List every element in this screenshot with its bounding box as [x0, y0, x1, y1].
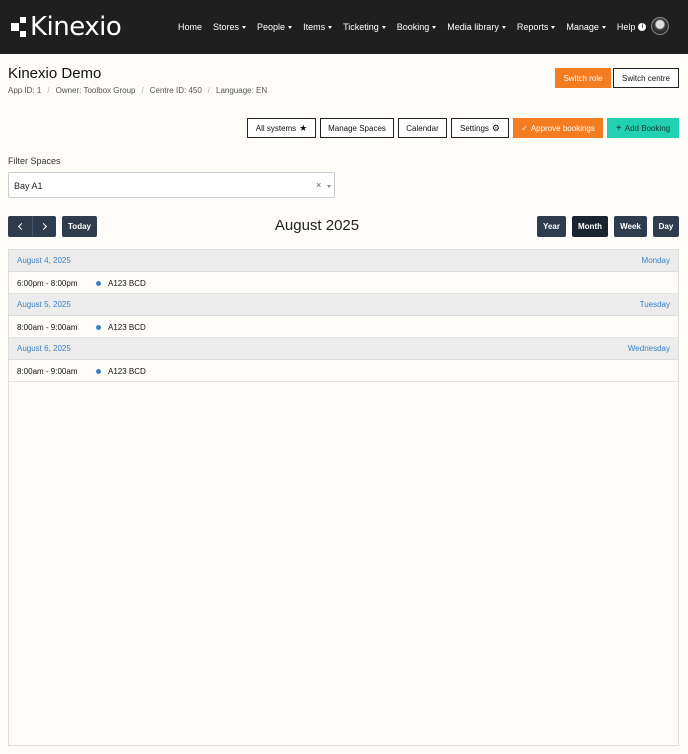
brand-logo[interactable]: Kinexio [11, 12, 122, 42]
event-title: A123 BCD [108, 367, 146, 376]
plus-icon: + [615, 122, 622, 134]
caret-down-icon [601, 25, 606, 29]
event-row[interactable]: 6:00pm - 8:00pm A123 BCD [9, 272, 678, 294]
event-time: 8:00am - 9:00am [17, 367, 78, 376]
event-title: A123 BCD [108, 279, 146, 288]
star-icon: ★ [299, 122, 308, 133]
info-icon: i [638, 23, 647, 31]
caret-down-icon [242, 25, 247, 29]
main-menu: Home Stores People Items Ticketing Booki… [178, 0, 657, 54]
caret-down-icon [501, 25, 506, 29]
view-day-button[interactable]: Day [653, 216, 679, 237]
switch-centre-button[interactable]: Switch centre [613, 68, 679, 88]
event-title: A123 BCD [108, 323, 146, 332]
filter-spaces-label: Filter Spaces [8, 156, 61, 166]
event-dot-icon [96, 281, 101, 286]
day-header: August 6, 2025 Wednesday [9, 338, 678, 360]
add-booking-button[interactable]: + Add Booking [607, 118, 679, 138]
meta-centre-id: Centre ID: 450 [149, 86, 202, 95]
approve-bookings-button[interactable]: ✓ Approve bookings [513, 118, 603, 138]
meta-owner: Owner: Toolbox Group [55, 86, 136, 95]
day-date-link[interactable]: August 5, 2025 [17, 300, 71, 309]
caret-down-icon [288, 25, 293, 29]
day-header: August 4, 2025 Monday [9, 250, 678, 272]
logo-text: Kinexio [30, 12, 122, 42]
day-weekday-link[interactable]: Tuesday [640, 300, 670, 309]
top-navbar: Kinexio Home Stores People Items Ticketi… [0, 0, 688, 54]
meta-separator: / [141, 86, 144, 95]
view-month-button[interactable]: Month [572, 216, 608, 237]
meta-app-id: App ID: 1 [8, 86, 42, 95]
gears-icon: ⚙ [491, 122, 500, 133]
nav-booking[interactable]: Booking [397, 22, 437, 32]
nav-reports[interactable]: Reports [517, 22, 556, 32]
event-row[interactable]: 8:00am - 9:00am A123 BCD [9, 316, 678, 338]
nav-manage[interactable]: Manage [566, 22, 606, 32]
page-title: Kinexio Demo [8, 65, 102, 82]
switch-role-button[interactable]: Switch role [555, 68, 611, 88]
calendar-button[interactable]: Calendar [398, 118, 447, 138]
clear-icon[interactable]: × [316, 180, 321, 190]
nav-ticketing[interactable]: Ticketing [343, 22, 386, 32]
nav-media-library[interactable]: Media library [447, 22, 506, 32]
caret-down-icon [328, 25, 333, 29]
settings-button[interactable]: Settings ⚙ [451, 118, 509, 138]
app-meta-breadcrumb: App ID: 1 / Owner: Toolbox Group / Centr… [8, 86, 267, 95]
selected-space: Bay A1 [14, 181, 43, 191]
event-time: 6:00pm - 8:00pm [17, 279, 78, 288]
all-systems-button[interactable]: All systems ★ [247, 118, 316, 138]
caret-down-icon [551, 25, 556, 29]
event-dot-icon [96, 325, 101, 330]
event-dot-icon [96, 369, 101, 374]
calendar-list-view: August 4, 2025 Monday 6:00pm - 8:00pm A1… [8, 249, 679, 746]
event-time: 8:00am - 9:00am [17, 323, 78, 332]
day-date-link[interactable]: August 6, 2025 [17, 344, 71, 353]
nav-home[interactable]: Home [178, 22, 202, 32]
meta-language: Language: EN [216, 86, 268, 95]
day-date-link[interactable]: August 4, 2025 [17, 256, 71, 265]
event-row[interactable]: 8:00am - 9:00am A123 BCD [9, 360, 678, 382]
view-year-button[interactable]: Year [537, 216, 566, 237]
nav-stores[interactable]: Stores [213, 22, 247, 32]
caret-down-icon [432, 25, 437, 29]
user-avatar[interactable] [651, 17, 669, 35]
nav-help[interactable]: Help i [617, 22, 647, 32]
view-week-button[interactable]: Week [614, 216, 647, 237]
filter-spaces-select[interactable]: Bay A1 × [8, 172, 335, 198]
day-weekday-link[interactable]: Wednesday [628, 344, 670, 353]
meta-separator: / [207, 86, 210, 95]
caret-down-icon [381, 25, 386, 29]
nav-people[interactable]: People [257, 22, 293, 32]
day-header: August 5, 2025 Tuesday [9, 294, 678, 316]
nav-items[interactable]: Items [303, 22, 333, 32]
manage-spaces-button[interactable]: Manage Spaces [320, 118, 394, 138]
check-icon: ✓ [521, 123, 528, 133]
day-weekday-link[interactable]: Monday [642, 256, 670, 265]
meta-separator: / [47, 86, 50, 95]
chevron-down-icon[interactable] [327, 185, 331, 188]
logo-mark-icon [11, 17, 27, 37]
